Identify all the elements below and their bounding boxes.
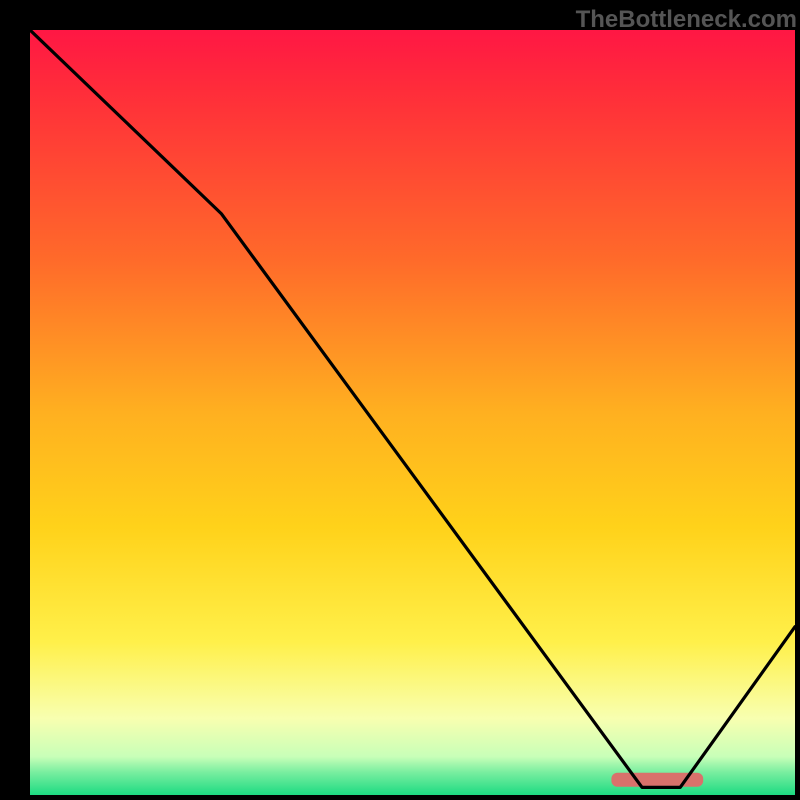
chart-container [30, 30, 795, 795]
watermark-text: TheBottleneck.com [576, 6, 797, 34]
bottleneck-chart [30, 30, 795, 795]
